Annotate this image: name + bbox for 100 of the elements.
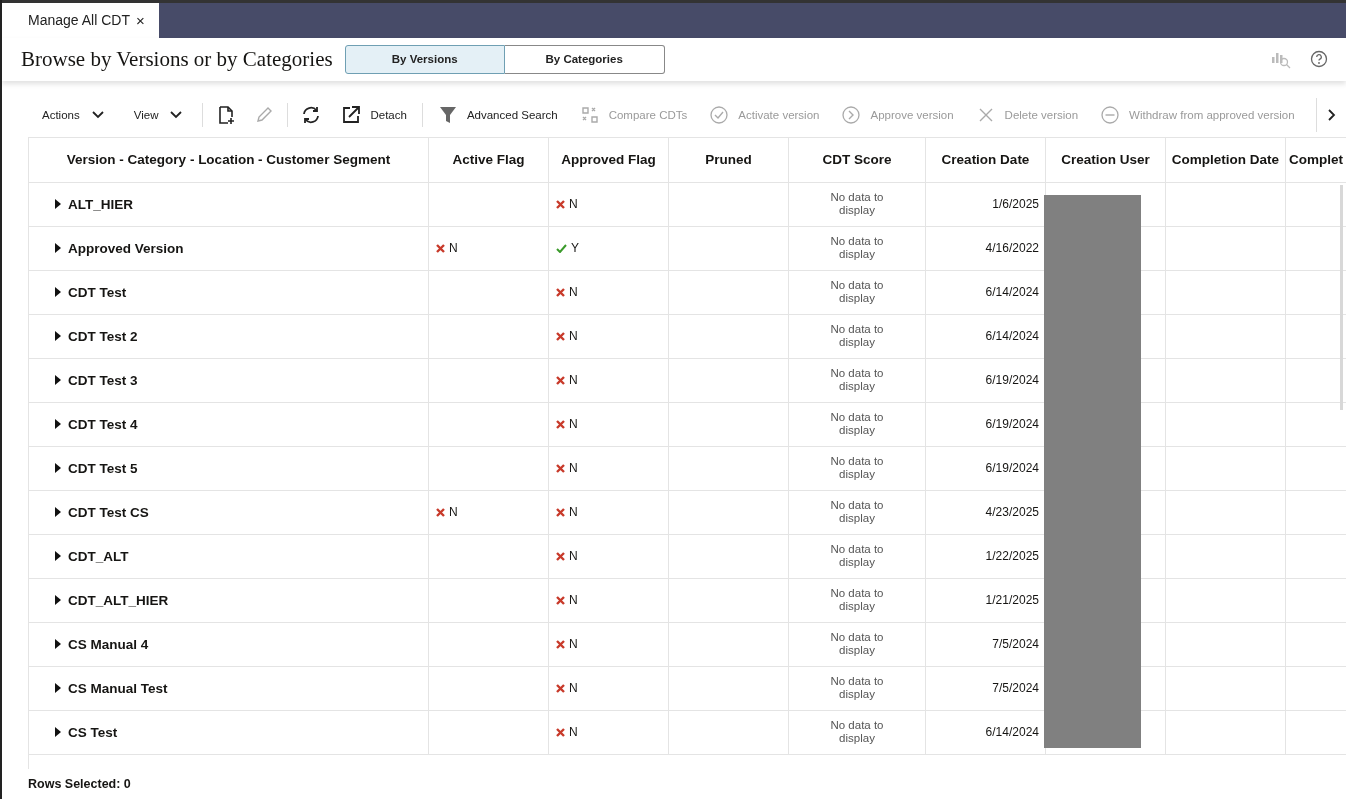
column-header[interactable]: Active Flag: [429, 136, 549, 183]
flag-value: N: [569, 505, 578, 520]
minus-circle-icon: [1100, 105, 1121, 126]
flag-value: N: [569, 593, 578, 608]
flag-value: N: [569, 725, 578, 740]
column-header[interactable]: Completion Date: [1166, 136, 1286, 183]
version-name: CDT Test 4: [68, 416, 138, 432]
page-title: Browse by Versions or by Categories: [21, 47, 333, 72]
check-circle-icon: [709, 105, 730, 126]
expand-icon[interactable]: [55, 727, 61, 738]
date-cell: 6/14/2024: [985, 725, 1039, 740]
detach-icon: [341, 105, 362, 126]
no-data-text: No data to display: [829, 234, 885, 263]
column-header[interactable]: Version - Category - Location - Customer Segment: [29, 136, 429, 183]
expand-icon[interactable]: [55, 331, 61, 342]
view-toggle-button[interactable]: By Versions: [344, 45, 505, 74]
toolbar-button[interactable]: Detach: [330, 99, 418, 132]
expand-icon[interactable]: [55, 595, 61, 606]
document-tab[interactable]: Manage All CDT ×: [2, 3, 159, 38]
date-cell: 6/19/2024: [985, 461, 1039, 476]
no-data-text: No data to display: [829, 410, 885, 439]
flag-value: N: [569, 681, 578, 696]
version-name: CS Manual 4: [68, 636, 149, 652]
flag-value: N: [569, 417, 578, 432]
no-data-text: No data to display: [829, 630, 885, 659]
date-cell: 7/5/2024: [992, 637, 1039, 652]
flag-value: N: [569, 197, 578, 212]
flag-value: N: [569, 637, 578, 652]
no-data-text: No data to display: [829, 586, 885, 615]
column-header[interactable]: Complet: [1286, 136, 1346, 183]
expand-icon[interactable]: [55, 507, 61, 518]
date-cell: 4/23/2025: [985, 505, 1039, 520]
column-header[interactable]: Pruned: [669, 136, 789, 183]
close-icon[interactable]: ×: [135, 11, 145, 29]
no-data-text: No data to display: [829, 278, 885, 307]
expand-icon[interactable]: [55, 199, 61, 210]
flag-value: N: [569, 373, 578, 388]
toolbar-button[interactable]: Advanced Search: [426, 99, 569, 132]
date-cell: 1/6/2025: [992, 197, 1039, 212]
date-cell: 1/22/2025: [985, 549, 1039, 564]
new-document-icon: [216, 105, 237, 126]
no-data-text: No data to display: [829, 718, 885, 747]
chevron-down-icon: [91, 111, 104, 120]
flag-value: N: [569, 285, 578, 300]
chevron-circle-icon: [841, 105, 862, 126]
expand-icon[interactable]: [55, 639, 61, 650]
column-header[interactable]: Approved Flag: [549, 136, 669, 183]
no-data-text: No data to display: [829, 542, 885, 571]
version-name: CDT_ALT_HIER: [68, 592, 169, 608]
no-data-text: No data to display: [829, 674, 885, 703]
date-cell: 6/19/2024: [985, 373, 1039, 388]
date-cell: 6/14/2024: [985, 329, 1039, 344]
help-icon[interactable]: [1310, 50, 1328, 69]
version-name: CS Manual Test: [68, 680, 168, 696]
expand-icon[interactable]: [55, 287, 61, 298]
flag-value: N: [569, 549, 578, 564]
flag-value: Y: [571, 241, 579, 256]
compare-icon: [579, 105, 600, 126]
no-data-text: No data to display: [829, 190, 885, 219]
filter-icon: [437, 105, 458, 126]
no-data-text: No data to display: [829, 498, 885, 527]
version-name: ALT_HIER: [68, 196, 133, 212]
no-data-text: No data to display: [829, 366, 885, 395]
date-cell: 7/5/2024: [992, 681, 1039, 696]
column-header[interactable]: CDT Score: [789, 136, 926, 183]
version-name: CS Test: [68, 724, 118, 740]
column-header[interactable]: Creation Date: [926, 136, 1046, 183]
flag-value: N: [449, 241, 458, 256]
expand-icon[interactable]: [55, 243, 61, 254]
version-name: CDT Test: [68, 284, 127, 300]
rows-selected-text: Rows Selected: 0: [28, 777, 131, 792]
date-cell: 1/21/2025: [985, 593, 1039, 608]
tab-label[interactable]: Manage All CDT: [28, 12, 130, 29]
date-cell: 6/19/2024: [985, 417, 1039, 432]
flag-value: N: [449, 505, 458, 520]
version-name: CDT Test 2: [68, 328, 138, 344]
expand-icon[interactable]: [55, 551, 61, 562]
menu-button[interactable]: View: [119, 99, 195, 132]
expand-icon[interactable]: [55, 375, 61, 386]
chevron-down-icon: [170, 111, 183, 120]
no-data-text: No data to display: [829, 322, 885, 351]
chevron-right-icon: [1327, 109, 1336, 122]
version-name: CDT Test 3: [68, 372, 138, 388]
expand-icon[interactable]: [55, 419, 61, 430]
expand-icon[interactable]: [55, 683, 61, 694]
version-name: Approved Version: [68, 240, 184, 256]
date-cell: 6/14/2024: [985, 285, 1039, 300]
expand-icon[interactable]: [55, 463, 61, 474]
version-name: CDT Test 5: [68, 460, 138, 476]
flag-value: N: [569, 461, 578, 476]
menu-button[interactable]: Actions: [28, 99, 116, 132]
version-name: CDT Test CS: [68, 504, 149, 520]
version-name: CDT_ALT: [68, 548, 129, 564]
view-toggle-button[interactable]: By Categories: [504, 45, 665, 74]
column-header[interactable]: Creation User: [1046, 136, 1166, 183]
date-cell: 4/16/2022: [985, 241, 1039, 256]
refresh-icon: [301, 105, 322, 126]
no-data-text: No data to display: [829, 454, 885, 483]
scrollbar[interactable]: [1340, 184, 1343, 410]
flag-value: N: [569, 329, 578, 344]
